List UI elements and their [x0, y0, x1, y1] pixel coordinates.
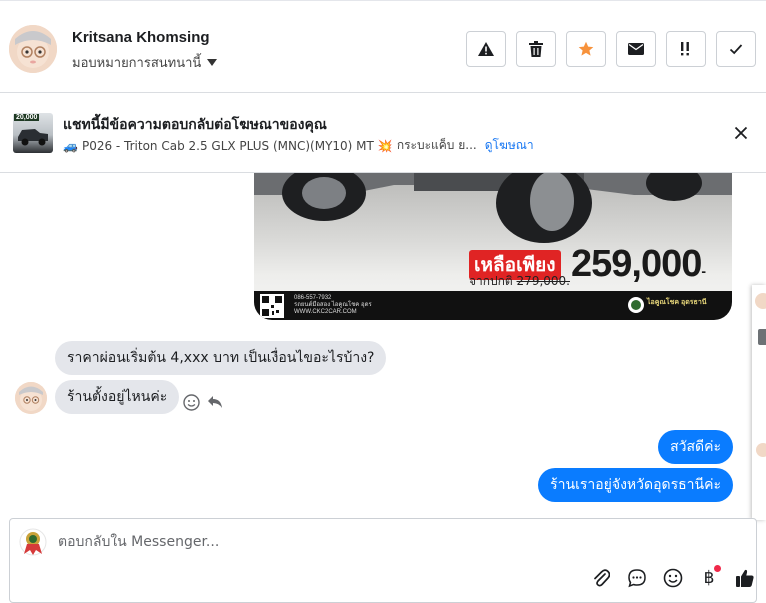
- like-button[interactable]: [734, 567, 756, 589]
- mark-spam-button[interactable]: [466, 31, 506, 67]
- follow-up-button[interactable]: [666, 31, 706, 67]
- star-button[interactable]: [566, 31, 606, 67]
- check-icon: [729, 44, 743, 55]
- close-banner-button[interactable]: [731, 123, 751, 143]
- dealer-logo-icon: [628, 297, 644, 313]
- envelope-icon: [628, 43, 644, 55]
- ad-footer-contact: 086-557-7932 รถยนต์มือสอง ไอคูณโชค อุดร …: [294, 295, 372, 316]
- outgoing-message[interactable]: สวัสดีค่ะ: [658, 430, 733, 464]
- ad-description-text: P026 - Triton Cab 2.5 GLX PLUS (MNC)(MY1…: [81, 138, 374, 153]
- normal-label: จากปกติ: [469, 274, 513, 288]
- thumbs-up-icon: [736, 569, 754, 587]
- assign-label: มอบหมายการสนทนานี้: [72, 56, 202, 71]
- conversation-toolbar: [466, 31, 756, 67]
- close-icon: [734, 126, 748, 140]
- payment-button[interactable]: ฿: [698, 565, 721, 589]
- footer-line: 086-557-7932: [294, 295, 332, 301]
- incoming-message[interactable]: ร้านตั้งอยู่ไหนค่ะ: [55, 380, 180, 414]
- contact-avatar[interactable]: [9, 25, 57, 73]
- attach-button[interactable]: [590, 567, 612, 589]
- mark-done-button[interactable]: [716, 31, 756, 67]
- footer-line: รถยนต์มือสอง ไอคูณโชค อุดร: [294, 302, 372, 308]
- mark-unread-button[interactable]: [616, 31, 656, 67]
- ad-banner-title: แชทนี้มีข้อความตอบกลับต่อโฆษณาของคุณ: [63, 117, 327, 133]
- footer-line: WWW.CKC2CAR.COM: [294, 309, 357, 315]
- message-thread[interactable]: เหลือเพียง จากปกติ 279,000. 259,000- 086…: [0, 173, 752, 518]
- emoji-button[interactable]: [662, 567, 684, 589]
- dealer-logo-text: ไอคูณโชค อุดรธานี: [647, 299, 707, 306]
- reply-arrow-icon: [208, 396, 222, 408]
- outgoing-message[interactable]: ร้านเราอยู่จังหวัดอุดรธานีค่ะ: [538, 468, 733, 502]
- new-price-value: 259,000: [571, 243, 702, 285]
- notification-dot: [714, 565, 721, 572]
- ad-description: 🚙 P026 - Triton Cab 2.5 GLX PLUS (MNC)(M…: [63, 136, 534, 155]
- warning-icon: [478, 42, 494, 56]
- smiley-icon: [182, 393, 200, 411]
- saved-reply-icon: [628, 569, 646, 588]
- qr-code-icon: [260, 294, 284, 318]
- delete-button[interactable]: [516, 31, 556, 67]
- assign-conversation-dropdown[interactable]: มอบหมายการสนทนานี้: [72, 52, 218, 73]
- composer-toolbar: ฿: [590, 565, 756, 589]
- old-price: 279,000.: [516, 274, 570, 288]
- saved-replies-button[interactable]: [626, 567, 648, 589]
- ad-thumbnail[interactable]: 20,000: [13, 113, 53, 153]
- contact-avatar-small[interactable]: [15, 382, 47, 414]
- currency-mark: -: [701, 263, 706, 279]
- normal-price-label: จากปกติ 279,000.: [469, 272, 570, 291]
- contact-name[interactable]: Kritsana Khomsing: [72, 29, 210, 46]
- reply-input[interactable]: [58, 531, 558, 553]
- ad-image-attachment[interactable]: เหลือเพียง จากปกติ 279,000. 259,000- 086…: [254, 173, 732, 320]
- follow-up-icon: [681, 42, 689, 56]
- page-avatar: [19, 528, 47, 556]
- star-icon: [578, 41, 594, 56]
- reply-button[interactable]: [205, 392, 225, 412]
- new-price: 259,000-: [571, 243, 706, 286]
- incoming-message[interactable]: ราคาผ่อนเริ่มต้น 4,xxx บาท เป็นเงื่อนไขอ…: [55, 341, 387, 375]
- conversation-header: Kritsana Khomsing มอบหมายการสนทนานี้: [0, 0, 766, 93]
- paperclip-icon: [594, 569, 610, 587]
- burst-emoji: 💥: [377, 138, 393, 153]
- ad-reply-banner: 20,000 แชทนี้มีข้อความตอบกลับต่อโฆษณาของ…: [0, 93, 766, 173]
- react-button[interactable]: [181, 392, 201, 412]
- ad-description-more: กระบะแค็บ ย...: [396, 138, 477, 152]
- side-panel-edge[interactable]: [752, 285, 766, 520]
- caret-down-icon: [207, 59, 218, 66]
- trash-icon: [529, 41, 543, 57]
- view-ad-link[interactable]: ดูโฆษณา: [485, 136, 534, 155]
- message-composer: ฿: [9, 518, 757, 603]
- emoji-icon: [663, 568, 683, 588]
- truck-emoji: 🚙: [63, 138, 78, 153]
- baht-icon: ฿: [703, 568, 715, 588]
